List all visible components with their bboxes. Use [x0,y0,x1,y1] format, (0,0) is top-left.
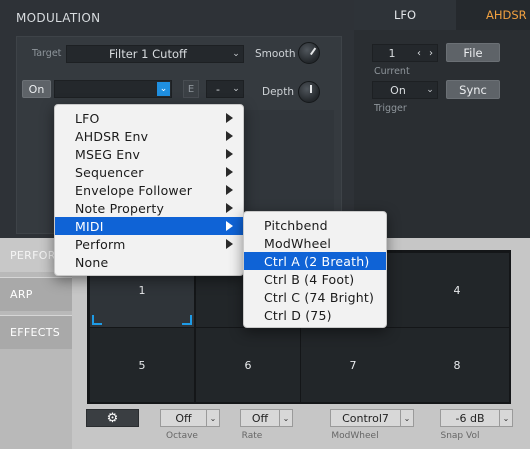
modwheel-label: ModWheel [331,431,379,441]
mod-on-button[interactable]: On [22,80,51,98]
modulation-title: MODULATION [16,11,101,25]
octave-dropdown[interactable]: Off ⌄ [160,409,220,427]
snapvol-value: -6 dB [455,411,485,425]
smooth-knob[interactable] [298,42,320,64]
submenu-arrow-icon [226,185,233,195]
octave-label: Octave [166,431,198,441]
pad-6[interactable]: 6 [196,328,300,402]
trigger-dropdown[interactable]: On ⌄ [372,81,438,99]
submenu-arrow-icon [226,149,233,159]
submenu-arrow-icon [226,239,233,249]
submenu-arrow-icon [226,131,233,141]
via-value: - [216,82,220,96]
lfo-panel [354,0,530,238]
submenu-arrow-icon [226,167,233,177]
menu-item-midi[interactable]: MIDI [55,217,243,235]
octave-value: Off [175,411,192,425]
pad-8[interactable]: 8 [405,328,509,402]
menu-item-label: LFO [75,110,100,126]
tab-lfo[interactable]: LFO [354,0,456,30]
sync-button[interactable]: Sync [446,80,500,99]
smooth-label: Smooth [255,48,296,60]
rate-value: Off [251,411,269,425]
file-button[interactable]: File [446,43,500,62]
pad-corner-marker [182,315,192,325]
modwheel-dropdown[interactable]: Control7 ⌄ [330,409,414,427]
menu-item-perform[interactable]: Perform [55,235,243,253]
submenu-item-ctrl-a[interactable]: Ctrl A (2 Breath) [244,252,386,270]
menu-item-label: Sequencer [75,164,144,180]
tab-ahdsr[interactable]: AHDSR [486,0,527,30]
submenu-item-modwheel[interactable]: ModWheel [244,234,386,252]
pad-label: 5 [138,358,146,372]
rate-label: Rate [241,431,263,441]
menu-item-label: AHDSR Env [75,128,149,144]
settings-button[interactable]: ⚙ [86,409,139,427]
pad-label: 6 [244,358,252,372]
source-menu: LFO AHDSR Env MSEG Env Sequencer Envelop… [54,104,244,276]
menu-item-label: Envelope Follower [75,182,193,198]
rate-dropdown[interactable]: Off ⌄ [240,409,293,427]
submenu-item-ctrl-c[interactable]: Ctrl C (74 Bright) [244,288,386,306]
chevron-down-icon: ⌄ [400,410,413,426]
menu-item-label: Note Property [75,200,165,216]
menu-item-label: Perform [75,236,126,252]
target-value: Filter 1 Cutoff [109,47,187,61]
chevron-down-icon: ⌄ [426,85,434,95]
side-nav-arp[interactable]: ARP [0,277,72,311]
trigger-value: On [390,83,406,97]
menu-item-sequencer[interactable]: Sequencer [55,163,243,181]
submenu-item-pitchbend[interactable]: Pitchbend [244,216,386,234]
snapvol-label: Snap Vol [440,431,480,441]
pad-7[interactable]: 7 [301,328,405,402]
e-button[interactable]: E [183,80,199,98]
chevron-down-icon: ⌄ [279,410,292,426]
current-label: Current [374,66,410,77]
submenu-item-ctrl-d[interactable]: Ctrl D (75) [244,306,386,324]
chevron-left-icon[interactable]: ‹ [413,45,425,61]
menu-item-none[interactable]: None [55,253,243,271]
pad-label: 4 [453,283,461,297]
trigger-label: Trigger [374,103,407,114]
submenu-item-ctrl-b[interactable]: Ctrl B (4 Foot) [244,270,386,288]
depth-label: Depth [262,86,294,98]
current-value: 1 [388,46,396,60]
gear-icon: ⚙ [106,410,119,426]
depth-knob[interactable] [298,81,320,103]
menu-item-mseg-env[interactable]: MSEG Env [55,145,243,163]
submenu-arrow-icon [226,203,233,213]
current-stepper[interactable]: 1 ‹ › [372,44,438,62]
menu-item-note-property[interactable]: Note Property [55,199,243,217]
chevron-down-icon: ⌄ [206,410,219,426]
chevron-down-icon: ⌄ [157,82,170,96]
source-dropdown[interactable]: ⌄ [54,80,172,98]
menu-item-ahdsr-env[interactable]: AHDSR Env [55,127,243,145]
target-label: Target [32,48,62,59]
chevron-down-icon: ⌄ [499,410,512,426]
side-nav-effects[interactable]: EFFECTS [0,315,72,349]
pad-corner-marker [92,315,102,325]
menu-item-label: MIDI [75,218,104,234]
target-dropdown[interactable]: Filter 1 Cutoff ⌄ [66,45,244,63]
pad-4[interactable]: 4 [405,253,509,327]
pad-5[interactable]: 5 [90,328,194,402]
menu-item-label: MSEG Env [75,146,141,162]
pad-label: 8 [453,358,461,372]
submenu-arrow-icon [226,221,233,231]
pad-label: 7 [349,358,357,372]
via-dropdown[interactable]: - ⌄ [206,80,244,98]
menu-item-lfo[interactable]: LFO [55,109,243,127]
chevron-down-icon: ⌄ [232,84,240,94]
chevron-right-icon[interactable]: › [425,45,437,61]
pad-label: 1 [138,283,146,297]
menu-item-label: None [75,254,109,270]
submenu-arrow-icon [226,113,233,123]
menu-item-envelope-follower[interactable]: Envelope Follower [55,181,243,199]
snapvol-dropdown[interactable]: -6 dB ⌄ [440,409,513,427]
midi-submenu: Pitchbend ModWheel Ctrl A (2 Breath) Ctr… [243,211,387,328]
modwheel-value: Control7 [342,411,389,425]
chevron-down-icon: ⌄ [232,49,240,59]
